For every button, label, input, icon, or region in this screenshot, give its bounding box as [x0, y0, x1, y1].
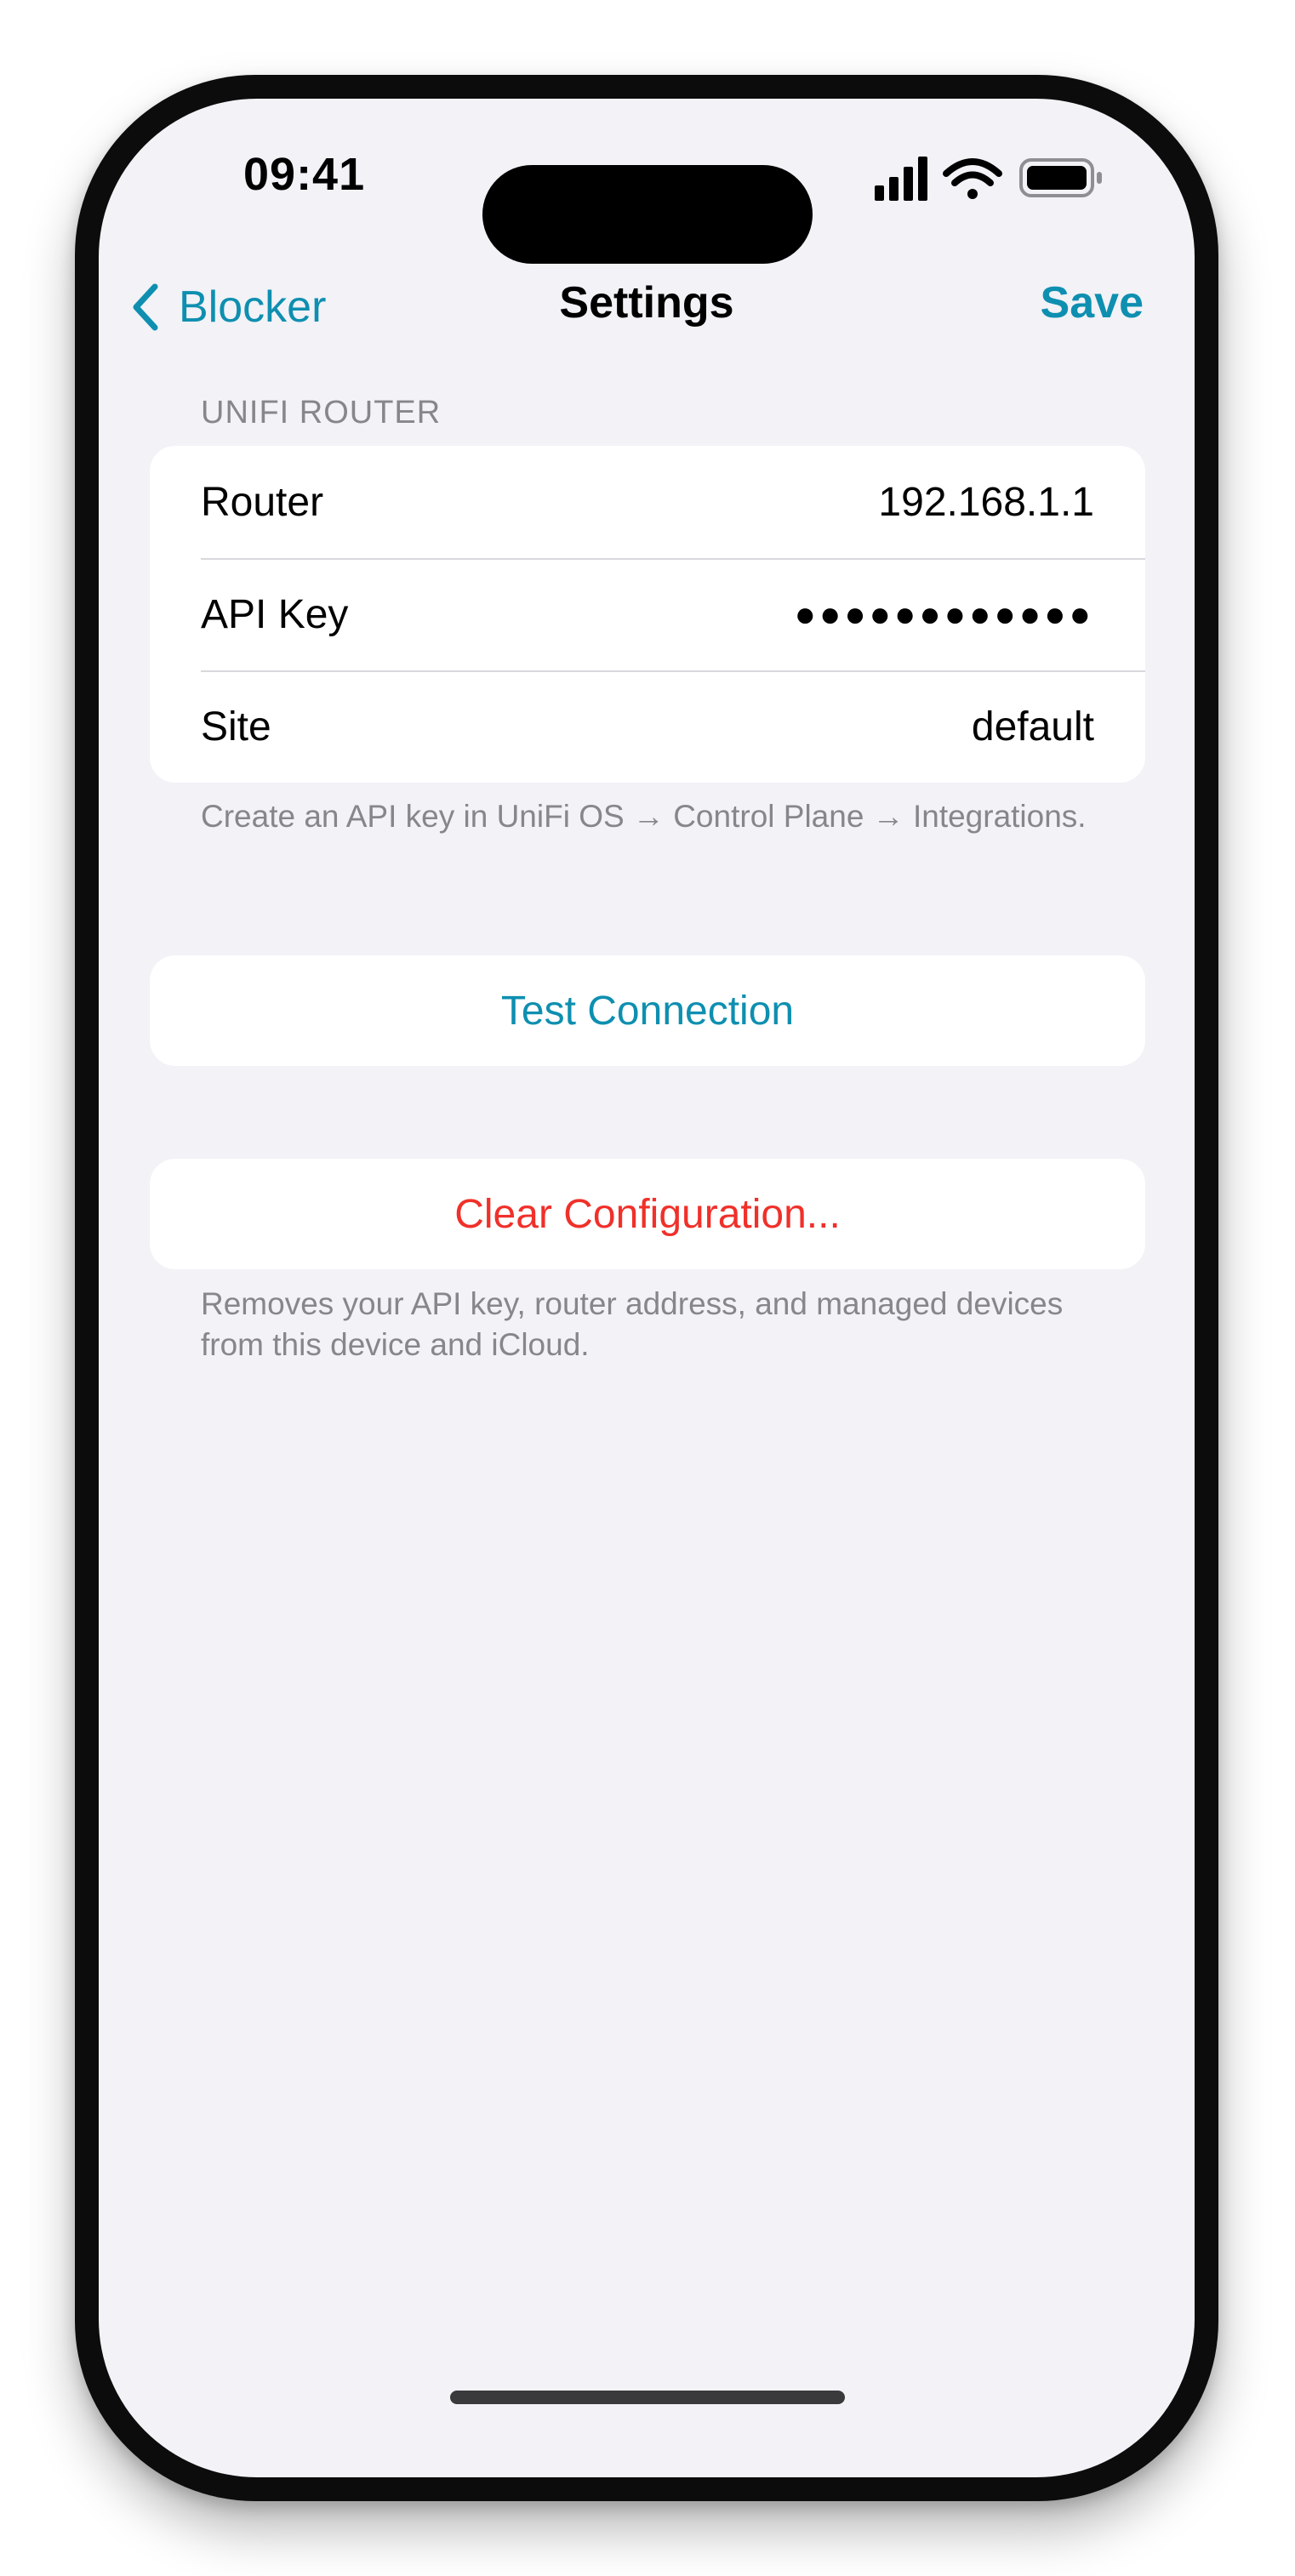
site-label: Site	[201, 704, 271, 749]
status-time: 09:41	[243, 149, 366, 200]
cellular-signal-icon	[875, 157, 927, 201]
status-icons	[875, 157, 1102, 201]
api-key-row[interactable]: API Key ●●●●●●●●●●●●	[150, 558, 1145, 670]
router-row[interactable]: Router	[150, 446, 1145, 558]
battery-icon	[1019, 158, 1102, 197]
test-connection-button[interactable]: Test Connection	[150, 955, 1145, 1066]
router-label: Router	[201, 479, 324, 525]
api-key-secure-field[interactable]: ●●●●●●●●●●●●	[618, 594, 1094, 635]
unifi-router-footer: Create an API key in UniFi OS → Control …	[201, 799, 1087, 834]
page-title: Settings	[559, 278, 734, 328]
section-header-unifi-router: UNIFI ROUTER	[201, 395, 442, 430]
wifi-icon	[943, 158, 1002, 199]
home-indicator[interactable]	[450, 2391, 845, 2404]
unifi-router-group: Router API Key ●●●●●●●●●●●● Site	[150, 446, 1145, 783]
clear-configuration-footer: Removes your API key, router address, an…	[201, 1286, 1064, 1362]
site-row[interactable]: Site	[150, 670, 1145, 783]
app-screen: 09:41 Blocker Settings Save UNIFI ROUTER…	[99, 99, 1195, 2477]
save-button[interactable]: Save	[1041, 277, 1144, 328]
router-address-input[interactable]	[618, 478, 1094, 526]
site-input[interactable]	[618, 703, 1094, 750]
clear-configuration-group: Clear Configuration...	[150, 1159, 1145, 1269]
api-key-label: API Key	[201, 591, 349, 637]
dynamic-island	[482, 165, 813, 264]
phone-frame: 09:41 Blocker Settings Save UNIFI ROUTER…	[75, 75, 1218, 2501]
test-connection-group: Test Connection	[150, 955, 1145, 1066]
clear-configuration-button[interactable]: Clear Configuration...	[150, 1159, 1145, 1269]
